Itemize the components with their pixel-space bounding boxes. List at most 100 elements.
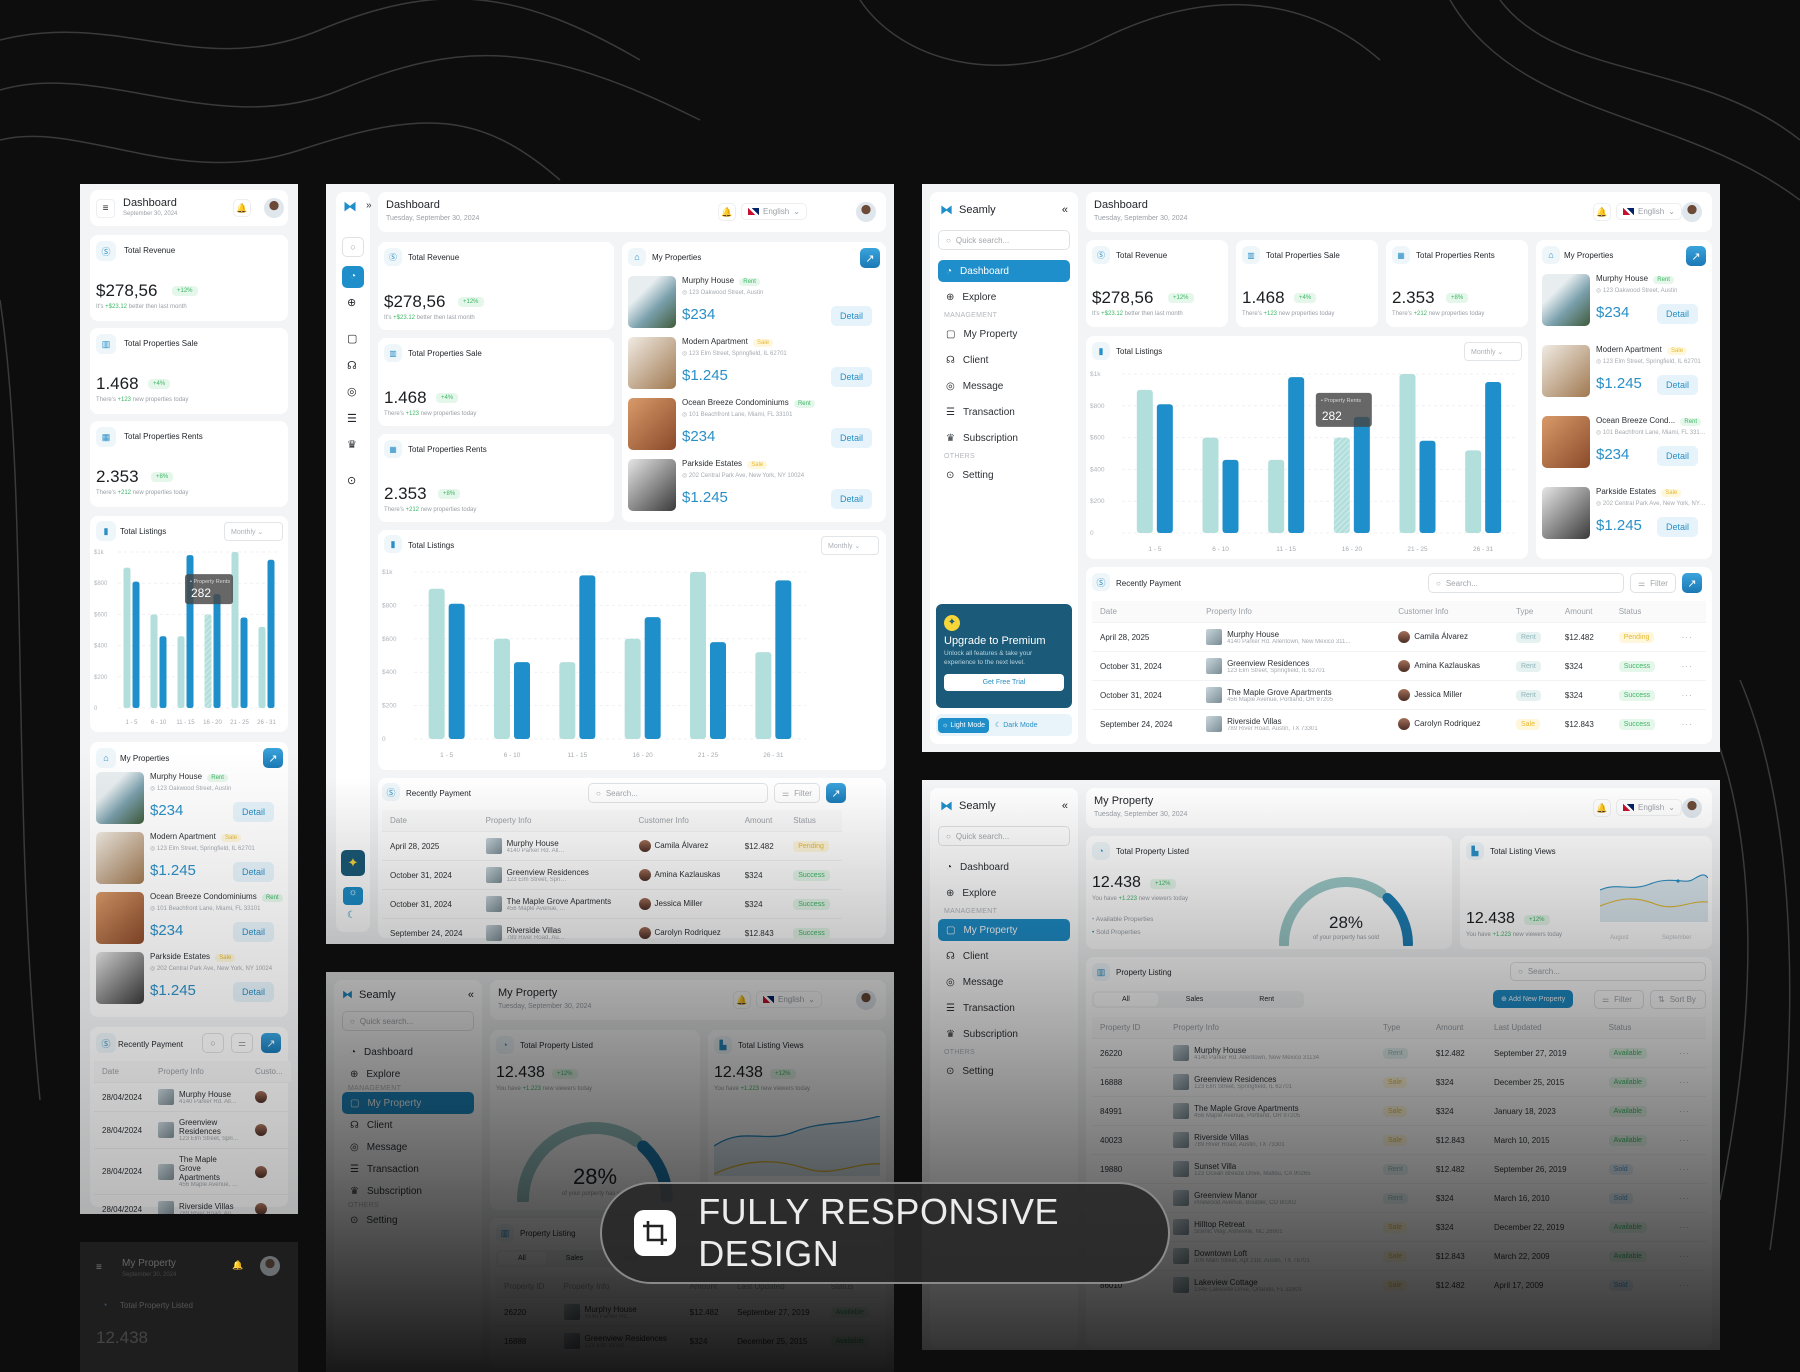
language-select[interactable]: English ⌄ [1616,203,1682,220]
bell-icon[interactable]: 🔔 [232,1260,243,1271]
expand-icon[interactable]: » [366,200,372,211]
crown-icon[interactable]: ♛ [347,438,357,451]
table-row[interactable]: 40023 Riverside Villas 789 River Road, Aus… [1092,1125,1706,1155]
bell-icon[interactable]: 🔔 [718,203,736,221]
table-row[interactable]: 26220 Murphy House4140 Parker Rd. Allento… [1092,1038,1706,1068]
add-property-button[interactable]: ⊕ Add New Property [1493,990,1574,1008]
row-menu-icon[interactable]: ··· [1670,1154,1706,1184]
nav-transaction[interactable]: ☰ Transaction [938,401,1070,423]
settings-icon[interactable]: ⊙ [347,474,356,487]
open-arrow-button[interactable]: ↗ [860,248,880,268]
avatar[interactable] [856,990,876,1010]
table-row[interactable]: 86010 Lakeview Cottage 1345 Lakeside Drive… [1092,1270,1706,1299]
avatar[interactable] [856,202,876,222]
table-row[interactable]: Greenview Manor Pinewood Avenue, Boulder,… [1092,1183,1706,1213]
avatar[interactable] [1682,202,1702,222]
collapse-icon[interactable]: « [1062,204,1068,216]
dark-mode-icon[interactable]: ☾ [347,910,356,921]
bell-icon[interactable]: 🔔 [733,991,751,1009]
nav-dashboard[interactable]: ◔ Dashboard [938,856,1070,878]
table-row[interactable]: 28/04/2024 Murphy House 4140 Parker Rd. Al… [94,1082,291,1112]
period-select[interactable]: Monthly ⌄ [224,522,283,541]
tab-sales[interactable]: Sales [1158,993,1232,1006]
rail-dashboard[interactable]: ◔ [342,266,364,288]
table-row[interactable]: October 31, 2024 Greenview Residences 123 … [382,860,842,890]
nav-transaction[interactable]: ☰ Transaction [938,997,1070,1019]
nav-client[interactable]: ☊ Client [938,349,1070,371]
nav-my-property[interactable]: ▢ My Property [342,1092,474,1114]
language-select[interactable]: English ⌄ [741,203,807,220]
tab-all[interactable]: All [1094,993,1158,1006]
quick-search[interactable]: ○ Quick search... [938,826,1070,846]
nav-client[interactable]: ☊ Client [342,1114,474,1136]
nav-setting[interactable]: ⊙ Setting [938,464,1070,486]
table-row[interactable]: 16888 Greenview Residences 123 Elm Street,… [496,1326,880,1355]
nav-setting[interactable]: ⊙ Setting [938,1060,1070,1082]
nav-message[interactable]: ◎ Message [938,971,1070,993]
nav-subscription[interactable]: ♛ Subscription [342,1180,474,1202]
search-icon[interactable]: ○ [342,237,364,257]
light-mode-icon[interactable]: ☼ [343,887,363,905]
table-row[interactable]: 28/04/2024 Riverside Villas 789 River Road… [94,1194,291,1214]
table-row[interactable]: October 31, 2024 The Maple Grove Apartmen… [1092,680,1706,710]
menu-icon[interactable]: ≡ [96,199,115,218]
tab-sales[interactable]: Sales [546,1252,604,1265]
collapse-icon[interactable]: « [468,989,474,1001]
table-row[interactable]: Hilltop Retreat Scenic Way, Asheville, NC… [1092,1212,1706,1242]
bell-icon[interactable]: 🔔 [1593,203,1611,221]
table-row[interactable]: October 31, 2024 The Maple Grove Apartmen… [382,889,842,919]
dark-mode-button[interactable]: ☾ Dark Mode [993,717,1039,733]
search-button[interactable]: ○ [202,1033,224,1053]
brand-logo[interactable]: ⧓ [343,198,357,215]
open-arrow-button[interactable]: ↗ [263,748,283,768]
nav-client[interactable]: ☊ Client [938,945,1070,967]
row-menu-icon[interactable]: ··· [1670,1241,1706,1271]
users-icon[interactable]: ☊ [347,359,357,372]
table-row[interactable]: 16888 Greenview Residences 123 Elm Street,… [1092,1067,1706,1097]
menu-icon[interactable]: ≡ [96,1262,102,1273]
row-menu-icon[interactable]: ··· [1673,709,1706,738]
receipt-icon[interactable]: ☰ [347,412,357,425]
collapse-icon[interactable]: « [1062,800,1068,812]
quick-search[interactable]: ○ Quick search... [938,230,1070,250]
nav-my-property[interactable]: ▢ My Property [938,323,1070,345]
table-row[interactable]: April 28, 2025 Murphy House 4140 Parker Rd… [1092,622,1706,652]
row-menu-icon[interactable]: ··· [1670,1096,1706,1126]
nav-my-property[interactable]: ▢ My Property [938,919,1070,941]
detail-button[interactable]: Detail [1656,304,1698,324]
period-select[interactable]: Monthly ⌄ [1464,342,1522,361]
nav-transaction[interactable]: ☰ Transaction [342,1158,474,1180]
avatar[interactable] [264,198,284,218]
table-row[interactable]: Downtown Loft 309 Main Street, Apt 21B, A… [1092,1241,1706,1271]
table-row[interactable]: September 24, 2024 Riverside Villas 789 Ri… [382,918,842,944]
detail-button[interactable]: Detail [1656,517,1698,537]
language-select[interactable]: English ⌄ [1616,799,1682,816]
open-arrow-button[interactable]: ↗ [261,1033,281,1053]
detail-button[interactable]: Detail [232,802,274,822]
row-menu-icon[interactable]: ··· [1670,1270,1706,1299]
table-row[interactable]: 26220 Murphy House4140 Parker Rd. Allento… [496,1297,880,1327]
detail-button[interactable]: Detail [830,428,872,448]
nav-message[interactable]: ◎ Message [342,1136,474,1158]
nav-setting[interactable]: ⊙ Setting [342,1209,474,1231]
nav-explore[interactable]: ⊕ Explore [938,286,1070,308]
row-menu-icon[interactable]: ··· [1670,1183,1706,1213]
avatar[interactable] [260,1256,280,1276]
globe-icon[interactable]: ⊕ [347,296,356,309]
open-arrow-button[interactable]: ↗ [1686,246,1706,266]
table-row[interactable]: September 24, 2024 Riverside Villas 789 Ri… [1092,709,1706,738]
filter-button[interactable]: ⚌ [231,1033,253,1053]
detail-button[interactable]: Detail [830,489,872,509]
row-menu-icon[interactable]: ··· [1670,1125,1706,1155]
document-icon[interactable]: ▢ [347,332,357,345]
bell-icon[interactable]: 🔔 [1593,799,1611,817]
filter-button[interactable]: ⚌ Filter [1594,990,1644,1009]
filter-button[interactable]: ⚌ Filter [1630,573,1676,593]
open-arrow-button[interactable]: ↗ [826,783,846,803]
row-menu-icon[interactable]: ··· [1673,622,1706,652]
nav-dashboard[interactable]: ◔ Dashboard [938,260,1070,282]
row-menu-icon[interactable]: ··· [1673,680,1706,710]
language-select[interactable]: English ⌄ [756,991,822,1008]
row-menu-icon[interactable]: ··· [1670,1038,1706,1068]
quick-search[interactable]: ○ Quick search... [342,1011,474,1031]
